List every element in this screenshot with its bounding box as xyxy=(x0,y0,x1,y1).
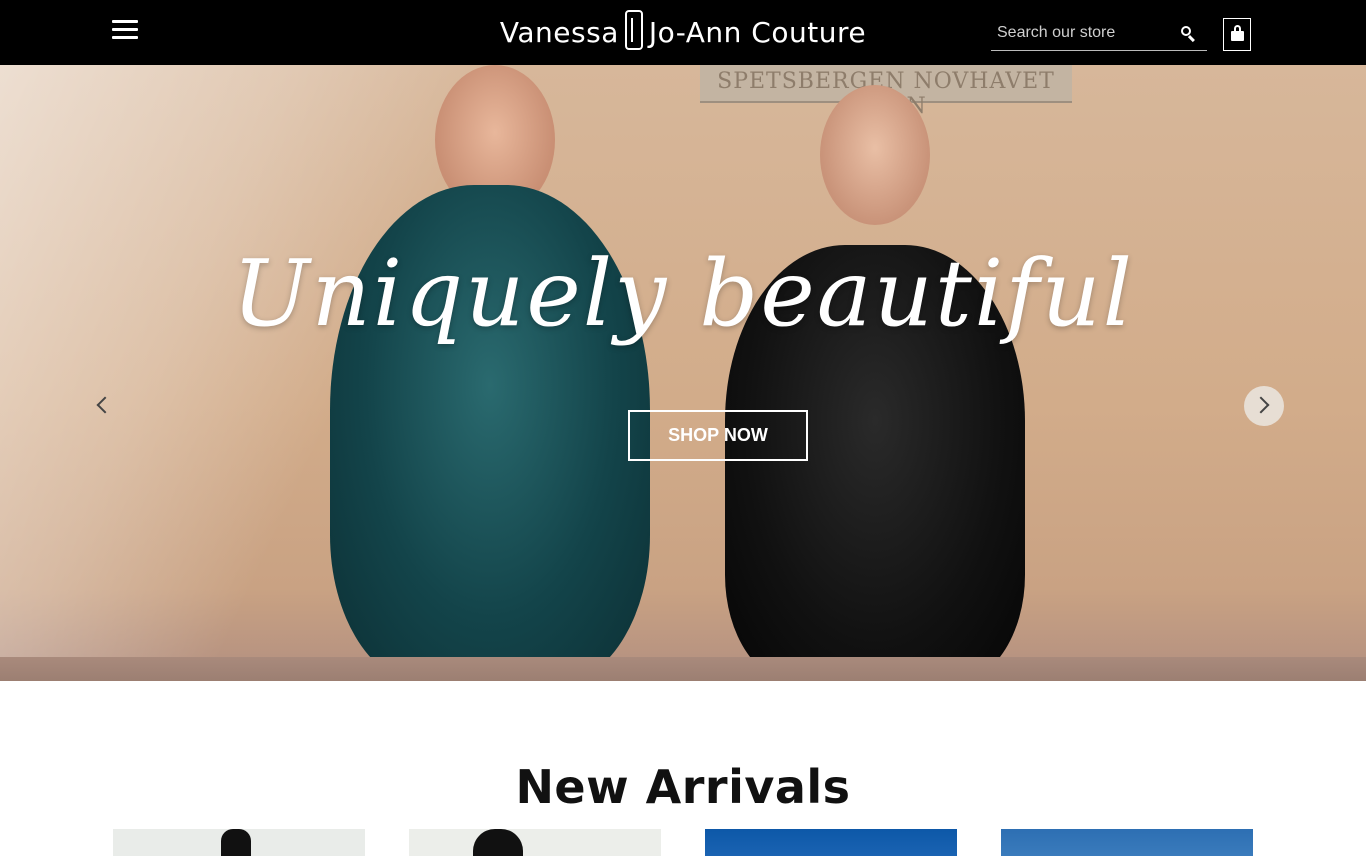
new-arrivals-grid xyxy=(0,829,1366,856)
logo-text-left: Vanessa xyxy=(499,16,619,49)
slideshow-prev-button[interactable] xyxy=(83,386,123,426)
slideshow-next-button[interactable] xyxy=(1244,386,1284,426)
product-card[interactable] xyxy=(409,829,661,856)
cart-button[interactable] xyxy=(1223,18,1251,51)
hero-slideshow: SPETSBERGEN NOVHAVET VITON Uniquely beau… xyxy=(0,65,1366,681)
shop-now-button[interactable]: SHOP NOW xyxy=(628,410,808,461)
product-card[interactable] xyxy=(1001,829,1253,856)
hero-title: Uniquely beautiful xyxy=(231,240,1134,347)
logo-text-right: Jo-Ann Couture xyxy=(648,16,867,49)
chevron-right-icon xyxy=(1252,396,1270,414)
product-card[interactable] xyxy=(705,829,957,856)
logo-mark xyxy=(624,10,643,50)
product-image xyxy=(221,829,251,856)
new-arrivals-title: New Arrivals xyxy=(515,760,851,815)
product-image xyxy=(473,829,523,856)
product-card[interactable] xyxy=(113,829,365,856)
model-right-head xyxy=(820,85,930,225)
chevron-left-icon xyxy=(96,396,114,414)
site-header: Vanessa Jo-Ann Couture xyxy=(0,0,1366,65)
search-box xyxy=(991,18,1207,51)
search-icon[interactable] xyxy=(1181,26,1195,42)
search-input[interactable] xyxy=(991,18,1167,48)
stone-floor xyxy=(0,657,1366,681)
